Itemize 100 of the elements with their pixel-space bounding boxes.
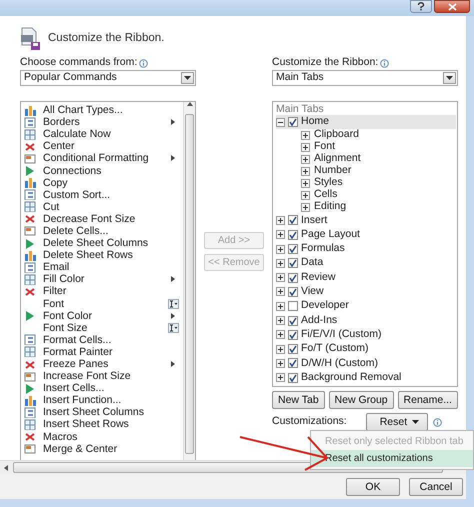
expand-icon[interactable]: [276, 373, 285, 382]
tree-item[interactable]: Formulas: [276, 242, 457, 256]
command-item[interactable]: Copy: [21, 176, 183, 189]
tree-item[interactable]: Editing: [276, 201, 457, 214]
checkbox[interactable]: [288, 286, 298, 297]
tree-item[interactable]: Add-Ins: [276, 313, 457, 328]
tree-item[interactable]: Number: [276, 165, 457, 178]
reset-button[interactable]: Reset: [366, 413, 428, 431]
tree-item[interactable]: Review: [276, 270, 457, 285]
dialog-button[interactable]: Cancel: [409, 478, 463, 496]
expand-icon[interactable]: [276, 344, 285, 354]
tree-item[interactable]: Alignment: [276, 153, 457, 166]
command-item[interactable]: Insert Sheet Columns: [21, 406, 183, 418]
expand-icon[interactable]: [301, 142, 310, 152]
help-button[interactable]: [410, 0, 432, 13]
checkbox[interactable]: [288, 316, 298, 326]
expand-icon[interactable]: [301, 190, 310, 200]
command-item[interactable]: Insert Function...: [21, 394, 183, 406]
expand-icon[interactable]: [301, 178, 310, 188]
command-item[interactable]: Freeze Panes: [21, 358, 183, 370]
close-icon[interactable]: [448, 2, 456, 10]
tree-item[interactable]: View: [276, 284, 457, 300]
expand-icon[interactable]: [276, 316, 285, 326]
expand-icon[interactable]: [301, 130, 310, 140]
info-icon: [139, 58, 148, 68]
tree-item[interactable]: Home: [276, 115, 456, 130]
vertical-scrollbar[interactable]: [183, 102, 195, 460]
expand-icon[interactable]: [276, 358, 285, 368]
tree-item[interactable]: Insert: [276, 213, 457, 228]
checkbox[interactable]: [288, 230, 298, 240]
command-item[interactable]: Center: [21, 140, 183, 152]
expand-icon[interactable]: [276, 302, 285, 311]
scroll-thumb[interactable]: [185, 114, 194, 454]
command-item[interactable]: Cut: [21, 200, 183, 213]
tree-item[interactable]: Data: [276, 256, 457, 270]
tree-button[interactable]: New Tab: [272, 391, 325, 409]
checkbox[interactable]: [288, 330, 298, 340]
close-button[interactable]: [434, 0, 470, 13]
command-item[interactable]: Macros: [21, 430, 183, 443]
command-item[interactable]: Calculate Now: [21, 128, 183, 140]
command-item[interactable]: Insert Cells...: [21, 382, 183, 394]
tree-item[interactable]: Background Removal: [276, 370, 457, 385]
dialog-button[interactable]: OK: [346, 478, 400, 496]
command-item[interactable]: Format Painter: [21, 346, 183, 358]
command-item[interactable]: Merge & Center: [21, 442, 183, 455]
command-item[interactable]: Increase Font Size: [21, 370, 183, 382]
command-item[interactable]: Font Size: [21, 322, 183, 334]
command-item[interactable]: Format Cells...: [21, 334, 183, 346]
tree-item[interactable]: Clipboard: [276, 129, 457, 142]
tree-button[interactable]: Rename...: [398, 391, 458, 409]
command-item[interactable]: Filter: [21, 285, 183, 298]
tree-item[interactable]: Styles: [276, 177, 457, 190]
expand-icon[interactable]: [301, 154, 310, 164]
checkbox[interactable]: [288, 244, 298, 254]
command-item[interactable]: Connections: [21, 164, 183, 177]
tree-item[interactable]: Developer: [276, 299, 457, 314]
expand-icon[interactable]: [276, 258, 285, 268]
tree-button[interactable]: New Group: [328, 391, 394, 409]
menu-item[interactable]: Reset all customizations: [311, 450, 473, 467]
command-item[interactable]: Custom Sort...: [21, 188, 183, 201]
checkbox[interactable]: [288, 215, 298, 226]
expand-icon[interactable]: [276, 273, 285, 282]
expand-icon[interactable]: [301, 166, 310, 176]
expand-icon[interactable]: [276, 230, 285, 240]
checkbox[interactable]: [288, 372, 298, 383]
help-icon[interactable]: [417, 2, 425, 11]
checkbox[interactable]: [288, 117, 298, 128]
command-item[interactable]: Email: [21, 261, 183, 274]
expand-icon[interactable]: [301, 202, 310, 212]
expand-icon[interactable]: [276, 330, 285, 340]
expand-icon[interactable]: [276, 287, 285, 296]
command-item[interactable]: All Chart Types...: [21, 104, 183, 116]
ribbon-dropdown[interactable]: Main Tabs: [272, 70, 458, 86]
checkbox[interactable]: [288, 358, 298, 368]
checkbox[interactable]: [288, 258, 298, 268]
expand-icon[interactable]: [276, 244, 285, 254]
command-item[interactable]: Font Color: [21, 310, 183, 322]
command-item[interactable]: Decrease Font Size: [21, 212, 183, 225]
command-item[interactable]: Fill Color: [21, 273, 183, 286]
command-item[interactable]: Font: [21, 298, 183, 310]
tree-item[interactable]: Font: [276, 141, 457, 154]
command-icon: [23, 286, 37, 297]
expand-icon[interactable]: [276, 216, 285, 225]
tree-item[interactable]: D/W/H (Custom): [276, 356, 457, 371]
checkbox[interactable]: [288, 301, 298, 312]
command-item[interactable]: Delete Sheet Rows: [21, 249, 183, 262]
checkbox[interactable]: [288, 272, 298, 283]
checkbox[interactable]: [288, 344, 298, 354]
commands-dropdown[interactable]: Popular Commands: [20, 70, 196, 86]
command-item[interactable]: Delete Cells...: [21, 224, 183, 238]
tree-item[interactable]: Fi/E/V/I (Custom): [276, 328, 457, 342]
tree-item[interactable]: Cells: [276, 189, 457, 202]
collapse-icon[interactable]: [276, 118, 285, 127]
command-item[interactable]: Borders: [21, 116, 183, 128]
command-item[interactable]: Conditional Formatting: [21, 152, 183, 164]
command-item[interactable]: Insert Sheet Rows: [21, 418, 183, 431]
scroll-left-icon[interactable]: [4, 464, 9, 470]
command-item[interactable]: Delete Sheet Columns: [21, 237, 183, 250]
tree-item[interactable]: Page Layout: [276, 228, 457, 242]
tree-item[interactable]: Fo/T (Custom): [276, 342, 457, 356]
